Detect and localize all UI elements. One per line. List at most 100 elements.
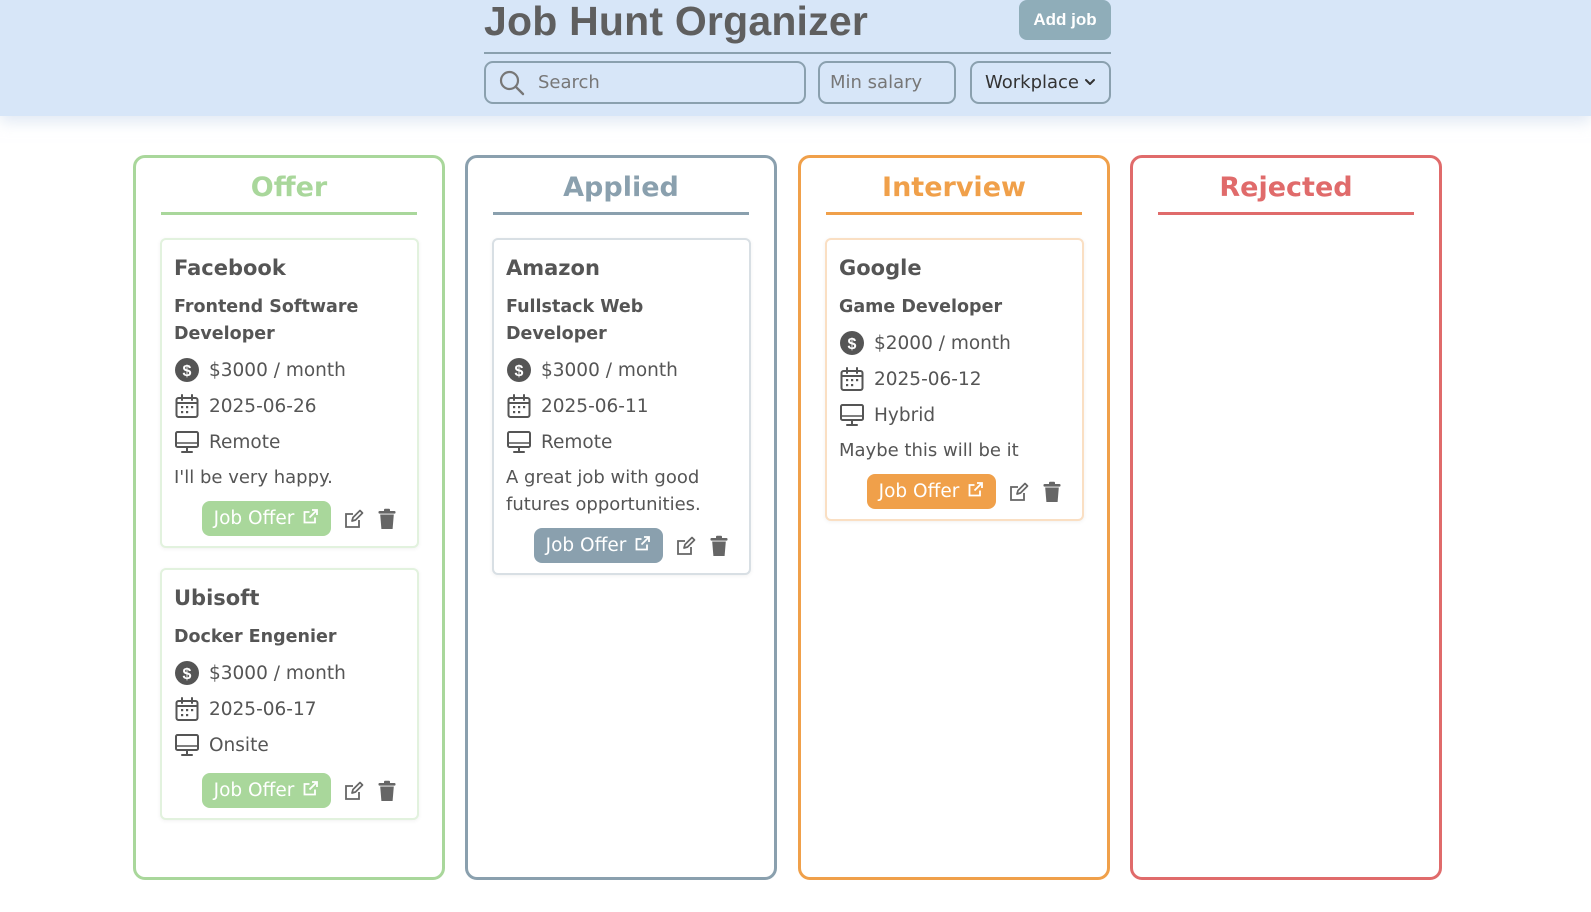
calendar-icon bbox=[506, 393, 532, 419]
job-offer-label: Job Offer bbox=[213, 508, 295, 529]
job-card[interactable]: Facebook Frontend Software Developer $ $… bbox=[160, 238, 419, 548]
job-note: I'll be very happy. bbox=[174, 467, 333, 488]
date-row: 2025-06-17 bbox=[174, 691, 405, 727]
column-divider bbox=[826, 212, 1082, 215]
workplace-row: Remote bbox=[174, 424, 405, 460]
search-field[interactable] bbox=[484, 61, 806, 104]
workplace-value: Remote bbox=[541, 431, 613, 453]
job-offer-label: Job Offer bbox=[213, 780, 295, 801]
column-interview: Interview Google Game Developer $ $2000 … bbox=[798, 155, 1110, 880]
search-icon bbox=[499, 70, 525, 95]
edit-icon[interactable] bbox=[1008, 481, 1030, 503]
job-card[interactable]: Ubisoft Docker Engenier $ $3000 / month … bbox=[160, 568, 419, 820]
salary-row: $ $3000 / month bbox=[506, 352, 737, 388]
salary-value: $3000 / month bbox=[541, 359, 678, 381]
salary-value: $3000 / month bbox=[209, 359, 346, 381]
trash-icon[interactable] bbox=[377, 780, 397, 802]
column-title: Applied bbox=[563, 172, 679, 203]
job-card[interactable]: Amazon Fullstack Web Developer $ $3000 /… bbox=[492, 238, 751, 575]
dollar-icon: $ bbox=[839, 330, 865, 356]
salary-row: $ $2000 / month bbox=[839, 325, 1070, 361]
page-title: Job Hunt Organizer bbox=[484, 0, 869, 44]
dollar-icon: $ bbox=[174, 357, 200, 383]
job-offer-label: Job Offer bbox=[878, 481, 960, 502]
add-job-button[interactable]: Add job bbox=[1019, 0, 1111, 40]
workplace-row: Onsite bbox=[174, 727, 405, 763]
trash-icon[interactable] bbox=[1042, 481, 1062, 503]
job-offer-link-button[interactable]: Job Offer bbox=[866, 474, 997, 509]
job-card[interactable]: Google Game Developer $ $2000 / month 20… bbox=[825, 238, 1084, 521]
monitor-icon bbox=[506, 429, 532, 455]
workplace-value: Onsite bbox=[209, 734, 269, 756]
column-divider bbox=[161, 212, 417, 215]
external-link-icon bbox=[959, 481, 984, 503]
dollar-icon: $ bbox=[174, 660, 200, 686]
job-offer-link-button[interactable]: Job Offer bbox=[201, 773, 332, 808]
salary-row: $ $3000 / month bbox=[174, 655, 405, 691]
column-divider bbox=[493, 212, 749, 215]
job-offer-label: Job Offer bbox=[545, 535, 627, 556]
date-row: 2025-06-26 bbox=[174, 388, 405, 424]
trash-icon[interactable] bbox=[709, 535, 729, 557]
card-actions: Job Offer bbox=[839, 474, 1070, 509]
date-value: 2025-06-11 bbox=[541, 395, 649, 417]
column-divider bbox=[1158, 212, 1414, 215]
external-link-icon bbox=[626, 535, 651, 557]
calendar-icon bbox=[174, 393, 200, 419]
salary-value: $3000 / month bbox=[209, 662, 346, 684]
column-offer: Offer Facebook Frontend Software Develop… bbox=[133, 155, 445, 880]
svg-text:$: $ bbox=[515, 363, 524, 380]
svg-text:$: $ bbox=[848, 336, 857, 353]
edit-icon[interactable] bbox=[343, 780, 365, 802]
workplace-value: Hybrid bbox=[874, 404, 936, 426]
job-role: Game Developer bbox=[839, 297, 1003, 317]
monitor-icon bbox=[839, 402, 865, 428]
column-applied: Applied Amazon Fullstack Web Developer $… bbox=[465, 155, 777, 880]
job-role: Frontend Software Developer bbox=[174, 297, 359, 344]
company-name: Ubisoft bbox=[174, 586, 260, 610]
column-title: Rejected bbox=[1219, 172, 1353, 203]
title-divider bbox=[484, 52, 1111, 54]
workplace-value: Remote bbox=[209, 431, 281, 453]
workplace-select[interactable]: Workplace bbox=[970, 61, 1111, 104]
job-note: A great job with good futures opportunit… bbox=[506, 467, 701, 515]
date-row: 2025-06-12 bbox=[839, 361, 1070, 397]
header-bar: Job Hunt Organizer Add job Workplace bbox=[0, 0, 1591, 116]
column-rejected: Rejected bbox=[1130, 155, 1442, 880]
monitor-icon bbox=[174, 429, 200, 455]
workplace-row: Remote bbox=[506, 424, 737, 460]
min-salary-field[interactable] bbox=[818, 61, 956, 104]
job-offer-link-button[interactable]: Job Offer bbox=[201, 501, 332, 536]
svg-text:$: $ bbox=[183, 666, 192, 683]
svg-text:$: $ bbox=[183, 363, 192, 380]
column-title: Offer bbox=[250, 172, 328, 203]
chevron-down-icon bbox=[1085, 78, 1095, 85]
card-actions: Job Offer bbox=[174, 501, 405, 536]
date-row: 2025-06-11 bbox=[506, 388, 737, 424]
job-offer-link-button[interactable]: Job Offer bbox=[533, 528, 664, 563]
trash-icon[interactable] bbox=[377, 508, 397, 530]
dollar-icon: $ bbox=[506, 357, 532, 383]
external-link-icon bbox=[294, 780, 319, 802]
job-role: Fullstack Web Developer bbox=[506, 297, 644, 344]
min-salary-input[interactable] bbox=[830, 72, 950, 93]
company-name: Amazon bbox=[506, 256, 600, 280]
edit-icon[interactable] bbox=[343, 508, 365, 530]
workplace-row: Hybrid bbox=[839, 397, 1070, 433]
date-value: 2025-06-17 bbox=[209, 698, 317, 720]
job-note: Maybe this will be it bbox=[839, 440, 1019, 461]
card-actions: Job Offer bbox=[174, 773, 405, 808]
edit-icon[interactable] bbox=[675, 535, 697, 557]
date-value: 2025-06-12 bbox=[874, 368, 982, 390]
salary-value: $2000 / month bbox=[874, 332, 1011, 354]
search-input[interactable] bbox=[538, 72, 788, 93]
job-role: Docker Engenier bbox=[174, 627, 337, 647]
monitor-icon bbox=[174, 732, 200, 758]
calendar-icon bbox=[174, 696, 200, 722]
workplace-select-label: Workplace bbox=[984, 72, 1079, 93]
date-value: 2025-06-26 bbox=[209, 395, 317, 417]
card-actions: Job Offer bbox=[506, 528, 737, 563]
external-link-icon bbox=[294, 508, 319, 530]
column-title: Interview bbox=[882, 172, 1026, 203]
calendar-icon bbox=[839, 366, 865, 392]
